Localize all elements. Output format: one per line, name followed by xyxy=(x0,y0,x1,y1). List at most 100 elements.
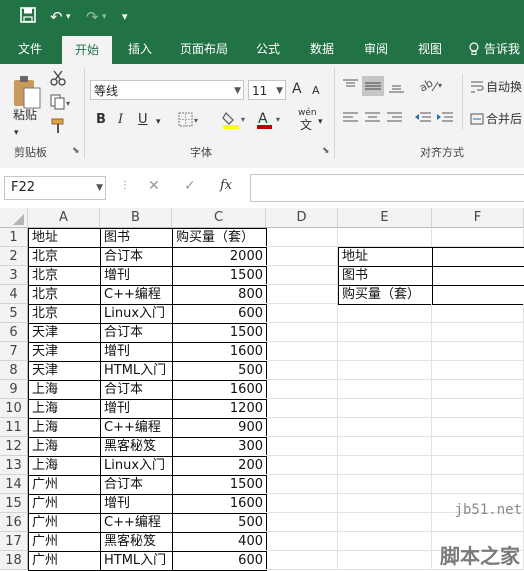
bold-button[interactable]: B xyxy=(96,111,106,129)
undo-dropdown-icon[interactable]: ▾ xyxy=(66,7,71,27)
data-cell[interactable]: 500 xyxy=(172,513,267,533)
tab-data[interactable]: 数据 xyxy=(302,34,342,64)
select-all-corner[interactable] xyxy=(0,208,28,228)
criteria-label-cell[interactable]: 地址 xyxy=(338,247,433,267)
data-cell[interactable]: 增刊 xyxy=(100,342,173,362)
row-header[interactable]: 5 xyxy=(0,304,28,323)
data-cell[interactable]: Linux入门 xyxy=(100,304,173,324)
align-left-icon[interactable] xyxy=(342,110,360,129)
align-middle-icon[interactable] xyxy=(362,76,384,96)
font-launcher-icon[interactable]: ⬊ xyxy=(322,146,330,156)
criteria-value-cell[interactable] xyxy=(432,285,524,305)
row-header[interactable]: 8 xyxy=(0,361,28,380)
table-cell[interactable] xyxy=(266,399,338,418)
table-cell[interactable] xyxy=(338,551,432,570)
tab-tell-me[interactable]: 告诉我 xyxy=(484,34,524,64)
data-cell[interactable]: 北京 xyxy=(28,247,101,267)
row-header[interactable]: 7 xyxy=(0,342,28,361)
data-cell[interactable]: 300 xyxy=(172,437,267,457)
data-cell[interactable]: 1500 xyxy=(172,475,267,495)
underline-button[interactable]: U xyxy=(138,111,148,129)
data-cell[interactable]: 北京 xyxy=(28,304,101,324)
data-cell[interactable]: 广州 xyxy=(28,475,101,495)
borders-icon[interactable]: ▾ xyxy=(178,112,202,131)
table-cell[interactable] xyxy=(338,532,432,551)
data-cell[interactable]: 天津 xyxy=(28,323,101,343)
table-cell[interactable] xyxy=(338,380,432,399)
data-cell[interactable]: Linux入门 xyxy=(100,456,173,476)
table-cell[interactable] xyxy=(338,437,432,456)
header-cell[interactable]: 地址 xyxy=(28,228,101,248)
table-cell[interactable] xyxy=(266,437,338,456)
header-cell[interactable]: 图书 xyxy=(100,228,173,248)
table-cell[interactable] xyxy=(266,323,338,342)
tab-insert[interactable]: 插入 xyxy=(120,34,160,64)
table-cell[interactable] xyxy=(266,266,338,285)
font-size-select[interactable]: 11 ▼ xyxy=(248,80,286,100)
data-cell[interactable]: 黑客秘笈 xyxy=(100,437,173,457)
row-header[interactable]: 15 xyxy=(0,494,28,513)
copy-icon[interactable]: ▾ xyxy=(50,94,72,113)
data-cell[interactable]: 广州 xyxy=(28,551,101,571)
data-cell[interactable]: 黑客秘笈 xyxy=(100,532,173,552)
table-cell[interactable] xyxy=(338,475,432,494)
font-name-select[interactable]: 等线 ▼ xyxy=(90,80,244,100)
data-cell[interactable]: 600 xyxy=(172,304,267,324)
row-header[interactable]: 2 xyxy=(0,247,28,266)
table-cell[interactable] xyxy=(266,475,338,494)
data-cell[interactable]: 1600 xyxy=(172,494,267,514)
undo-icon[interactable]: ↶ xyxy=(50,7,63,27)
table-cell[interactable] xyxy=(338,513,432,532)
table-cell[interactable] xyxy=(432,399,524,418)
table-cell[interactable] xyxy=(266,551,338,570)
table-cell[interactable] xyxy=(432,418,524,437)
table-cell[interactable] xyxy=(266,494,338,513)
wrap-text-button[interactable]: 自动换 xyxy=(486,78,522,96)
data-cell[interactable]: 合订本 xyxy=(100,475,173,495)
table-cell[interactable] xyxy=(338,456,432,475)
data-cell[interactable]: 合订本 xyxy=(100,247,173,267)
data-cell[interactable]: 北京 xyxy=(28,285,101,305)
criteria-value-cell[interactable] xyxy=(432,266,524,286)
underline-dropdown-icon[interactable]: ▾ xyxy=(156,113,161,131)
italic-button[interactable]: I xyxy=(118,111,123,129)
phonetic-icon[interactable]: 文 xyxy=(300,116,312,134)
column-header-e[interactable]: E xyxy=(338,208,432,228)
data-cell[interactable]: 广州 xyxy=(28,532,101,552)
redo-icon[interactable]: ↷ xyxy=(86,7,99,27)
data-cell[interactable]: 2000 xyxy=(172,247,267,267)
row-header[interactable]: 4 xyxy=(0,285,28,304)
data-cell[interactable]: 北京 xyxy=(28,266,101,286)
table-cell[interactable] xyxy=(432,342,524,361)
table-cell[interactable] xyxy=(432,361,524,380)
data-cell[interactable]: 增刊 xyxy=(100,399,173,419)
decrease-font-size-button[interactable]: A xyxy=(312,82,320,100)
cut-icon[interactable] xyxy=(50,70,66,89)
increase-font-size-button[interactable]: A xyxy=(292,80,302,98)
column-header-d[interactable]: D xyxy=(266,208,338,228)
row-header[interactable]: 14 xyxy=(0,475,28,494)
row-header[interactable]: 6 xyxy=(0,323,28,342)
column-header-a[interactable]: A xyxy=(28,208,100,228)
column-header-b[interactable]: B xyxy=(100,208,172,228)
table-cell[interactable] xyxy=(432,456,524,475)
data-cell[interactable]: C++编程 xyxy=(100,418,173,438)
data-cell[interactable]: C++编程 xyxy=(100,513,173,533)
font-color-icon[interactable]: A ▾ xyxy=(256,110,286,133)
data-cell[interactable]: 1500 xyxy=(172,266,267,286)
table-cell[interactable] xyxy=(338,361,432,380)
wrap-text-icon[interactable] xyxy=(470,80,484,97)
phonetic-dropdown-icon[interactable]: ▾ xyxy=(318,113,323,131)
tab-home[interactable]: 开始 xyxy=(62,36,112,64)
table-cell[interactable] xyxy=(338,323,432,342)
formula-input[interactable] xyxy=(250,174,524,202)
data-cell[interactable]: HTML入门 xyxy=(100,361,173,381)
align-bottom-icon[interactable] xyxy=(388,78,406,97)
row-header[interactable]: 13 xyxy=(0,456,28,475)
table-cell[interactable] xyxy=(432,475,524,494)
data-cell[interactable]: 上海 xyxy=(28,380,101,400)
row-header[interactable]: 11 xyxy=(0,418,28,437)
data-cell[interactable]: 500 xyxy=(172,361,267,381)
data-cell[interactable]: HTML入门 xyxy=(100,551,173,571)
align-right-icon[interactable] xyxy=(386,110,404,129)
